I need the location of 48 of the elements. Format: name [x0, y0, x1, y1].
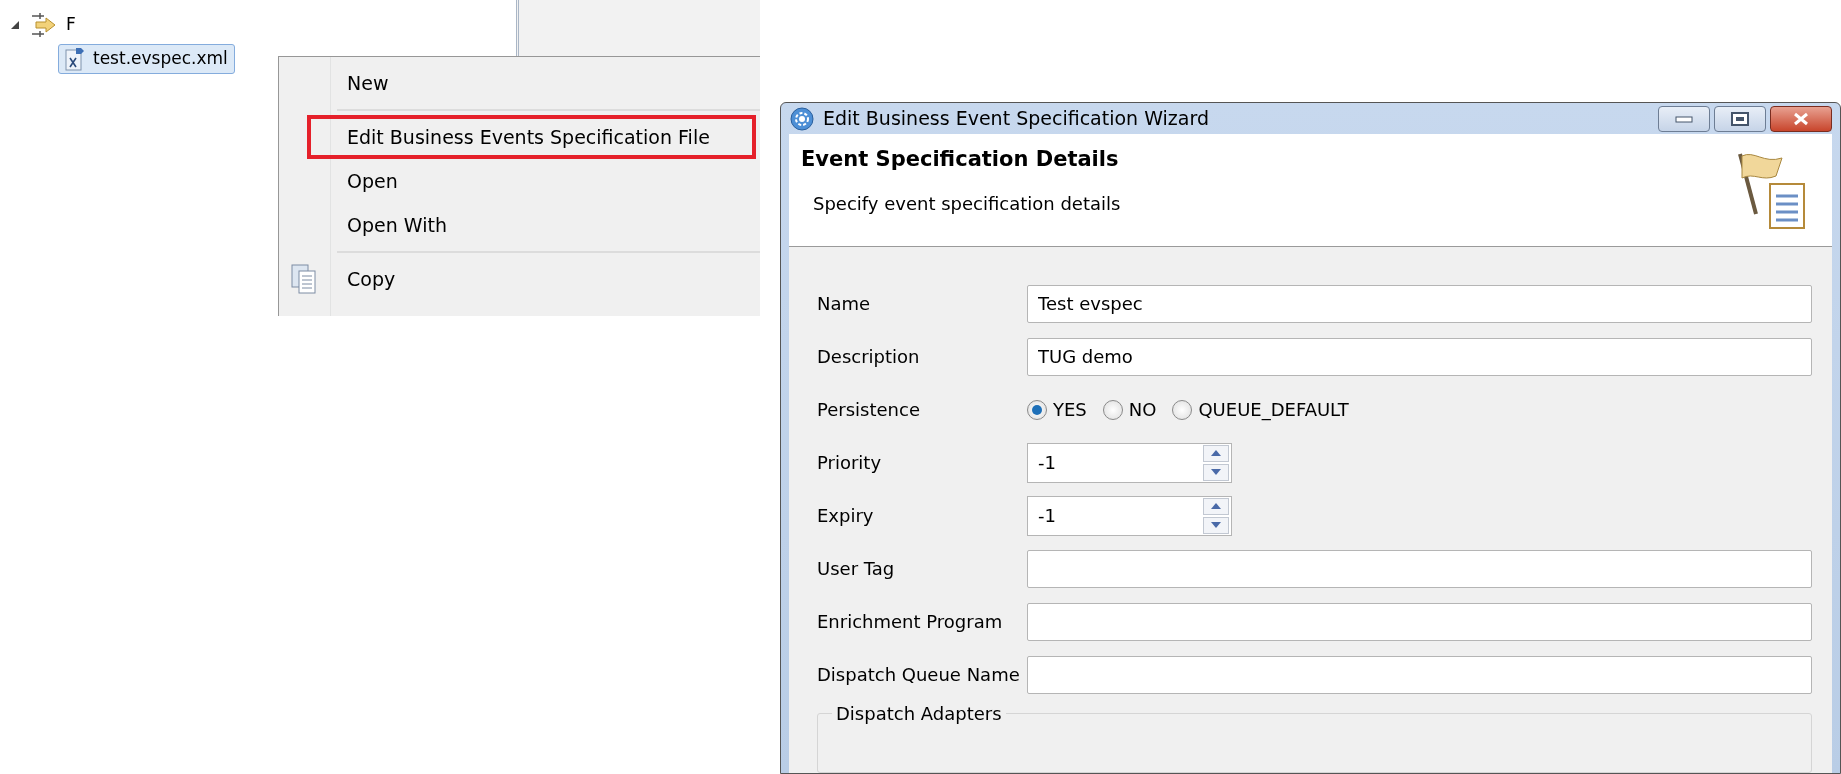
text-field[interactable]	[1027, 549, 1812, 588]
field-label: Expiry	[817, 504, 875, 528]
menu-item[interactable]: Open	[335, 159, 756, 203]
page-title: Event Specification Details	[801, 146, 1120, 174]
spin-down-button[interactable]	[1203, 463, 1229, 481]
field-label: User Tag	[817, 557, 896, 581]
down-arrow-icon	[1211, 469, 1221, 475]
spinner-field[interactable]: -1	[1027, 442, 1232, 483]
field-label: Description	[817, 345, 921, 369]
expand-toggle[interactable]	[10, 20, 20, 30]
maximize-icon	[1731, 111, 1749, 126]
radio-option[interactable]: QUEUE_DEFAULT	[1172, 396, 1349, 423]
menu-item[interactable]: New	[335, 61, 756, 105]
spin-down-button[interactable]	[1203, 516, 1229, 534]
clipboard-icon	[291, 264, 317, 294]
spinner-field[interactable]: -1	[1027, 495, 1232, 536]
field-label: Name	[817, 292, 872, 316]
tree-item[interactable]: test.evspec.xml	[58, 44, 235, 74]
window-title: Edit Business Event Specification Wizard	[823, 106, 1210, 132]
field-label: Dispatch Queue Name	[817, 663, 1021, 687]
spin-up-button[interactable]	[1203, 444, 1229, 462]
field-label: Priority	[817, 451, 883, 475]
xml-file-icon	[65, 46, 85, 71]
up-arrow-icon	[1211, 503, 1221, 509]
close-button[interactable]	[1770, 105, 1832, 132]
down-arrow-icon	[1211, 522, 1221, 528]
number-field[interactable]: -1	[1028, 444, 1203, 481]
menu-item[interactable]: Open With	[335, 203, 756, 247]
tree-item-label[interactable]: F	[66, 12, 76, 38]
minimize-button[interactable]	[1658, 105, 1710, 132]
field-label: Persistence	[817, 398, 921, 422]
text-field[interactable]	[1027, 602, 1812, 641]
menu-item[interactable]: Copy	[335, 257, 756, 301]
number-field[interactable]: -1	[1028, 497, 1203, 534]
spin-up-button[interactable]	[1203, 497, 1229, 515]
page-description: Specify event specification details	[812, 191, 1121, 216]
close-icon	[1792, 111, 1810, 126]
gear-icon	[789, 105, 815, 132]
text-field[interactable]: TUG demo	[1027, 337, 1812, 376]
text-field[interactable]: Test evspec	[1027, 284, 1812, 323]
minimize-icon	[1675, 114, 1693, 123]
radio-option[interactable]: YES	[1027, 396, 1087, 423]
text-field[interactable]	[1027, 655, 1812, 694]
menu-item[interactable]: Edit Business Events Specification File	[307, 115, 756, 159]
field-label: Enrichment Program	[817, 610, 1004, 634]
maximize-button[interactable]	[1714, 105, 1766, 132]
radio-option[interactable]: NO	[1102, 396, 1157, 423]
up-arrow-icon	[1211, 450, 1221, 456]
